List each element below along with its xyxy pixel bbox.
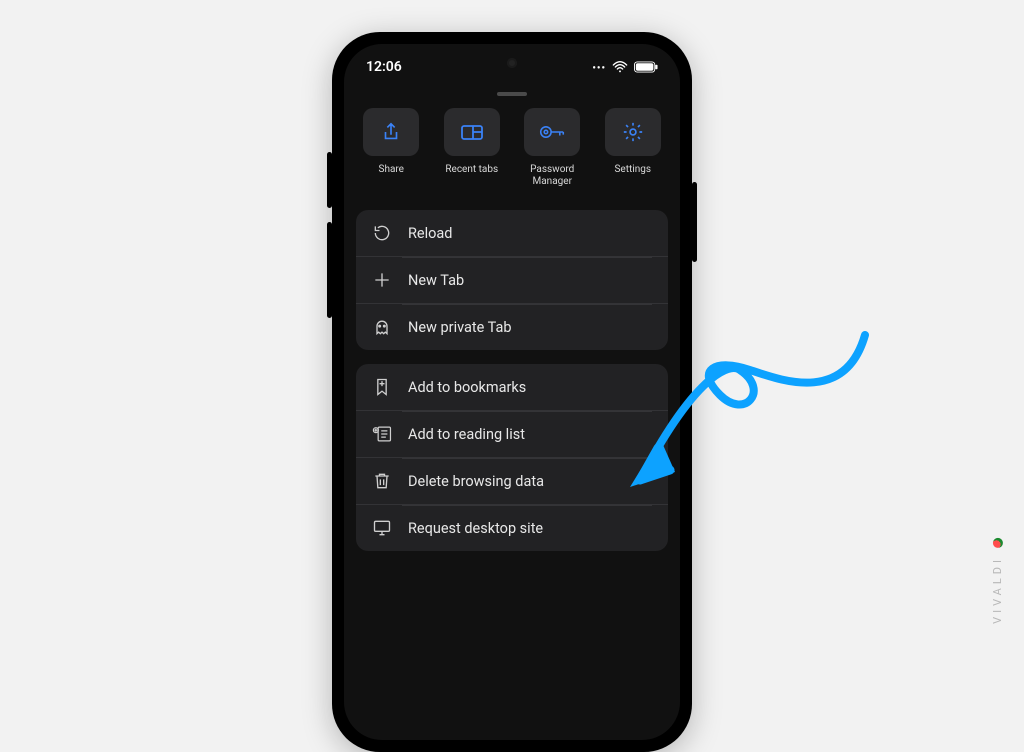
brand-logo-icon (993, 538, 1003, 548)
ghost-icon (372, 317, 392, 337)
menu-item-label: Delete browsing data (408, 473, 544, 490)
menu-sheet: Share Recent tabs Password Manager Setti… (344, 108, 680, 551)
brand-label: VIVALDI (991, 556, 1004, 624)
menu-item-label: Request desktop site (408, 520, 543, 537)
quick-action-password-manager[interactable]: Password Manager (517, 108, 588, 188)
quick-action-label: Recent tabs (445, 164, 498, 175)
menu-group-1: Reload New Tab New private Tab (356, 210, 668, 350)
menu-item-label: New Tab (408, 272, 464, 289)
wifi-icon (612, 61, 628, 73)
quick-action-label: Settings (614, 164, 651, 175)
quick-action-label: Share (379, 164, 404, 175)
menu-item-reload[interactable]: Reload (356, 210, 668, 256)
menu-item-label: Add to reading list (408, 426, 525, 443)
quick-action-label: Password Manager (530, 164, 574, 187)
screen: 12:06 Share Recent (344, 44, 680, 740)
signal-dots-icon (592, 59, 606, 75)
drag-handle[interactable] (497, 92, 527, 96)
menu-item-label: Add to bookmarks (408, 379, 526, 396)
reload-icon (372, 223, 392, 243)
password-manager-icon (539, 123, 565, 141)
trash-icon (372, 471, 392, 491)
menu-item-delete-browsing-data[interactable]: Delete browsing data (356, 457, 668, 504)
monitor-icon (372, 518, 392, 538)
bookmark-add-icon (372, 377, 392, 397)
recent-tabs-icon (460, 122, 484, 142)
menu-item-label: New private Tab (408, 319, 512, 336)
menu-item-add-to-reading-list[interactable]: Add to reading list (356, 410, 668, 457)
phone-mockup: 12:06 Share Recent (332, 32, 692, 752)
brand-watermark: VIVALDI (991, 538, 1004, 624)
share-icon (380, 121, 402, 143)
menu-item-add-to-bookmarks[interactable]: Add to bookmarks (356, 364, 668, 410)
reading-list-add-icon (372, 424, 392, 444)
status-time: 12:06 (366, 59, 402, 75)
menu-item-new-tab[interactable]: New Tab (356, 256, 668, 303)
menu-item-request-desktop-site[interactable]: Request desktop site (356, 504, 668, 551)
settings-icon (622, 121, 644, 143)
front-camera (507, 58, 517, 68)
menu-group-2: Add to bookmarks Add to reading list Del… (356, 364, 668, 551)
quick-action-settings[interactable]: Settings (598, 108, 669, 188)
quick-action-share[interactable]: Share (356, 108, 427, 188)
menu-item-label: Reload (408, 225, 452, 242)
quick-action-recent-tabs[interactable]: Recent tabs (437, 108, 508, 188)
battery-icon (634, 61, 658, 73)
quick-actions-row: Share Recent tabs Password Manager Setti… (356, 108, 668, 188)
plus-icon (372, 270, 392, 290)
menu-item-new-private-tab[interactable]: New private Tab (356, 303, 668, 350)
